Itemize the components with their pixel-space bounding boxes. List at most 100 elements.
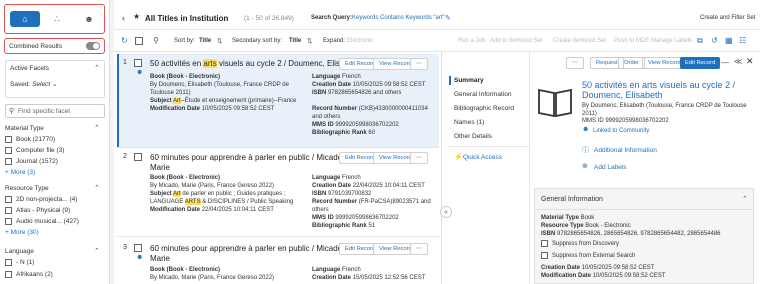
detail-nav [449, 52, 530, 284]
chevron-up-icon[interactable]: ⌃ [94, 184, 100, 192]
close-icon[interactable]: ✕ [746, 56, 754, 67]
facet-item[interactable]: - N (1) [5, 259, 34, 266]
chevron-up-icon[interactable]: ⌃ [94, 64, 100, 72]
record-title-cont[interactable]: Marie [150, 254, 170, 263]
more-actions-button[interactable]: ⋯ [410, 152, 428, 164]
active-facets-title: Active Facets [10, 65, 50, 72]
suppress-discovery-checkbox[interactable]: Suppress from Discovery [541, 240, 619, 247]
nav-item-general-info[interactable]: General Information [454, 91, 511, 98]
refresh-icon[interactable]: ↺ [711, 36, 718, 45]
record-type: Book (Book - Electronic) [150, 267, 221, 273]
create-filter-set-button[interactable]: Create and Filter Set [700, 15, 755, 21]
add-itemized-set-button[interactable]: Add to Itemized Set [490, 38, 542, 44]
record-type: Book (Book - Electronic) [150, 74, 221, 80]
manage-labels-button[interactable]: Manage Labels [651, 38, 692, 44]
additional-info-link[interactable]: Additional Information [594, 147, 657, 154]
sort-direction-icon[interactable]: ⇅ [217, 37, 222, 45]
facet-item[interactable]: Atlas - Physical (9) [5, 207, 70, 214]
home-icon[interactable]: ⌂ [10, 11, 40, 27]
record-number: Record Number (FR-PaCSA)89023571 and [312, 199, 431, 205]
search-query-value[interactable]: Keywords Contains Keywords "art" [352, 15, 445, 21]
push-to-mde-button[interactable]: Push to MDE [614, 38, 649, 44]
record-creation-date: Creation Date 10/05/2025 09:58:52 CEST [312, 82, 426, 88]
nav-item-names[interactable]: Names (1) [454, 119, 484, 126]
saved-facets-select[interactable]: Saved: Select ⌄ [10, 80, 57, 89]
find-facet-placeholder: Find specific facet [18, 108, 71, 115]
pin-icon[interactable]: ≪ [734, 57, 742, 66]
record-title[interactable]: 50 activités en arts visuels au cycle 2 … [150, 59, 360, 68]
record-language: Language French [312, 267, 361, 273]
facet-item[interactable]: Journal (1572) [5, 158, 58, 165]
edit-record-button[interactable]: Edit Record [680, 57, 721, 69]
facet-more-link[interactable]: + More (30) [5, 229, 39, 236]
combined-results-toggle[interactable] [86, 42, 100, 50]
users-icon[interactable]: ☻ [74, 11, 104, 27]
record-title[interactable]: 60 minutes pour apprendre à parler en pu… [150, 244, 344, 253]
facet-item[interactable]: Afrikaans (2) [5, 271, 53, 278]
expand-label: Expand: [323, 38, 346, 44]
record-title[interactable]: 60 minutes pour apprendre à parler en pu… [150, 153, 344, 162]
nav-item-other-details[interactable]: Other Details [454, 133, 492, 140]
run-job-button[interactable]: Run a Job [458, 38, 485, 44]
columns-icon[interactable]: ▦ [725, 36, 733, 45]
grid-icon[interactable]: ☷ [739, 36, 746, 45]
row-divider [117, 147, 439, 148]
record-subject: Subject Art de parler en public ; Guides… [150, 191, 286, 197]
record-bib-rank: Bibliographic Rank 51 [312, 223, 376, 229]
sort-direction-icon[interactable]: ⇅ [307, 37, 312, 45]
suppress-external-checkbox[interactable]: Suppress from External Search [541, 252, 635, 259]
detail-byline: By Doumenc, Elisabeth (Toulouse, France … [582, 103, 747, 117]
row-checkbox[interactable] [134, 153, 142, 161]
chevron-up-icon[interactable]: ⌃ [742, 195, 748, 203]
star-icon[interactable]: ★ [133, 12, 140, 21]
collapse-icon[interactable]: — [721, 58, 729, 67]
refresh-icon[interactable]: ↻ [121, 36, 128, 45]
facet-item[interactable]: 2D non-projecta... (4) [5, 196, 77, 203]
result-number: 2 [123, 153, 127, 160]
edit-query-icon[interactable]: ✎ [445, 14, 451, 22]
record-author: By Micado, Marie (Paris, France Gereso 2… [150, 183, 275, 189]
row-checkbox[interactable] [134, 244, 142, 252]
users-icon: ☻ [136, 69, 144, 76]
linked-community-link[interactable]: Linked to Community [593, 128, 649, 134]
share-icon[interactable]: ⧉ [697, 36, 703, 46]
order-button[interactable]: Order [618, 57, 645, 69]
add-icon: ⊕ [582, 163, 588, 170]
facet-item[interactable]: Book (21770) [5, 136, 55, 143]
book-icon [537, 86, 573, 118]
more-actions-button[interactable]: ⋯ [410, 243, 428, 255]
row-checkbox[interactable] [134, 59, 142, 67]
sort-by-select[interactable]: Title [199, 38, 211, 44]
select-all-checkbox[interactable] [135, 37, 143, 45]
facet-more-link[interactable]: + More (3) [5, 169, 35, 176]
record-number: Record Number (CKB)4330000000411034 [312, 106, 428, 112]
expand-select[interactable]: Electronic [347, 38, 373, 44]
chevron-up-icon[interactable]: ⌃ [94, 247, 100, 255]
record-title-cont[interactable]: Marie [150, 163, 170, 172]
nav-item-summary[interactable]: Summary [454, 77, 484, 84]
users-icon: ☻ [136, 254, 144, 261]
create-itemized-set-button[interactable]: Create Itemized Set [553, 38, 606, 44]
facet-item[interactable]: Audio musical... (427) [5, 218, 79, 225]
nav-item-bib-record[interactable]: Bibliographic Record [454, 105, 514, 112]
general-info-title: General Information [541, 196, 603, 203]
facet-item[interactable]: Computer file (3) [5, 147, 64, 154]
more-actions-button[interactable]: ⋯ [410, 58, 428, 70]
record-language: Language French [312, 74, 361, 80]
back-arrow-icon[interactable]: ‹ [122, 13, 125, 23]
search-icon[interactable]: ⚲ [153, 36, 159, 45]
add-labels-link[interactable]: Add Labels [594, 164, 627, 171]
chevron-up-icon[interactable]: ⌃ [94, 124, 100, 132]
more-actions-button[interactable]: ⋯ [566, 57, 584, 69]
record-language: Language French [312, 175, 361, 181]
detail-mms-id: MMS ID 9999205998036702202 [582, 118, 669, 124]
detail-title[interactable]: 50 activités en arts visuels au cycle 2 … [582, 80, 754, 100]
search-icon: ⚲ [9, 108, 15, 115]
gi-modification-date: Modification Date 10/05/2025 09:58:52 CE… [541, 273, 666, 279]
quick-access-link[interactable]: Quick Access [463, 154, 502, 161]
hierarchy-icon[interactable]: ∴ [42, 11, 72, 27]
record-number-more: and others [312, 114, 341, 120]
record-creation-date: Creation Date 15/05/2025 12:52:56 CEST [312, 275, 426, 281]
row-divider [117, 236, 439, 237]
secondary-sort-select[interactable]: Title [289, 38, 301, 44]
